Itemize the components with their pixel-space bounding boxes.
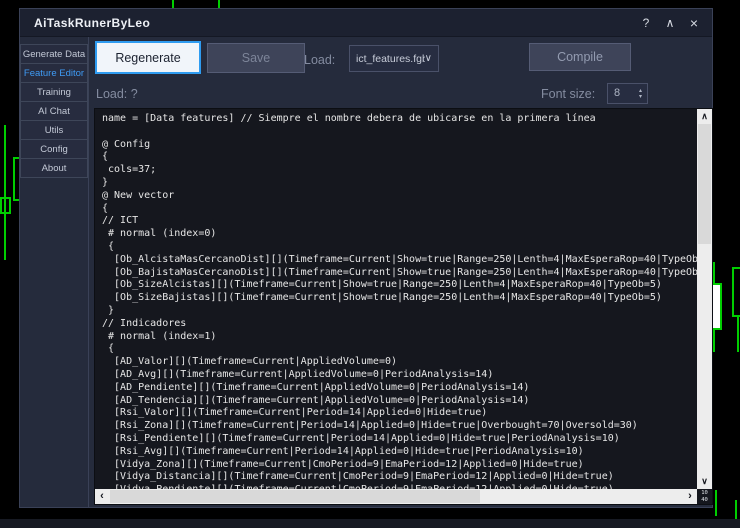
code-line: { [102,151,697,164]
font-size-label: Font size: [541,87,595,101]
code-line: // Indicadores [102,318,697,331]
sidebar-item-feature-editor[interactable]: Feature Editor [20,63,88,83]
arrow-down-icon[interactable]: ▾ [639,94,642,100]
code-line: @ Config [102,139,697,152]
code-line: [AD_Avg][](Timeframe=Current|AppliedVolu… [102,369,697,382]
regenerate-button[interactable]: Regenerate [95,41,201,74]
scroll-corner-badge: 1040 [697,489,712,504]
help-icon[interactable]: ? [634,16,658,30]
window-controls: ? ∧ × [634,9,706,37]
sidebar-item-utils[interactable]: Utils [20,120,88,140]
code-line: [Rsi_Zona][](Timeframe=Current|Period=14… [102,420,697,433]
sidebar-item-about[interactable]: About [20,158,88,178]
load-file-value: ict_features.fgblc [356,53,425,65]
taskbar-edge [0,519,740,528]
code-line: [Vidya_Distancia][](Timeframe=Current|Cm… [102,471,697,484]
code-line: @ New vector [102,190,697,203]
load-file-dropdown[interactable]: ict_features.fgblc ∨ [349,45,439,72]
title-bar[interactable]: AiTaskRunerByLeo ? ∧ × [20,9,712,37]
compile-button[interactable]: Compile [529,43,631,71]
candle-body [0,197,11,214]
vertical-scroll-thumb[interactable] [698,124,711,244]
horizontal-scroll-thumb[interactable] [110,490,480,503]
code-line: [AD_Tendencia][](Timeframe=Current|Appli… [102,395,697,408]
code-line: { [102,241,697,254]
stepper-arrows[interactable]: ▴▾ [634,84,647,103]
code-line: [Ob_BajistaMasCercanoDist][](Timeframe=C… [102,267,697,280]
sidebar-item-ai-chat[interactable]: AI Chat [20,101,88,121]
code-line [102,126,697,139]
candle-body [732,267,740,317]
candle-wick [4,125,6,260]
code-line: name = [Data features] // Siempre el nom… [102,113,697,126]
code-editor[interactable]: name = [Data features] // Siempre el nom… [94,108,713,505]
scroll-left-icon[interactable]: ‹ [95,489,109,504]
code-line: { [102,203,697,216]
code-line: [AD_Pendiente][](Timeframe=Current|Appli… [102,382,697,395]
code-editor-content[interactable]: name = [Data features] // Siempre el nom… [95,109,697,489]
window-title: AiTaskRunerByLeo [34,9,150,37]
code-line: # normal (index=0) [102,228,697,241]
scroll-up-icon[interactable]: ∧ [697,109,712,123]
code-line: # normal (index=1) [102,331,697,344]
scroll-down-icon[interactable]: ∨ [697,475,712,489]
code-line: } [102,305,697,318]
code-line: cols=37; [102,164,697,177]
font-size-value: 8 [608,84,634,103]
load-label: Load: [304,53,335,67]
chevron-down-icon: ∨ [425,53,432,64]
candle-wick [715,490,717,516]
code-line: // ICT [102,215,697,228]
corner-line-2: 40 [701,497,708,503]
sidebar-item-generate-data[interactable]: Generate Data [20,44,88,64]
sidebar: Generate DataFeature EditorTrainingAI Ch… [20,37,89,507]
scroll-right-icon[interactable]: › [683,489,697,504]
sidebar-item-training[interactable]: Training [20,82,88,102]
vertical-scrollbar[interactable]: ∧ ∨ [697,109,712,489]
code-line: [Vidya_Zona][](Timeframe=Current|CmoPeri… [102,459,697,472]
code-line: { [102,343,697,356]
app-window: AiTaskRunerByLeo ? ∧ × Generate DataFeat… [19,8,713,508]
font-size-stepper[interactable]: 8 ▴▾ [607,83,648,104]
code-line: [Ob_SizeBajistas][](Timeframe=Current|Sh… [102,292,697,305]
code-line: [Rsi_Pendiente][](Timeframe=Current|Peri… [102,433,697,446]
corner-line-1: 10 [701,490,708,496]
close-icon[interactable]: × [682,15,706,31]
code-line: [Rsi_Valor][](Timeframe=Current|Period=1… [102,407,697,420]
code-line: [Ob_SizeAlcistas][](Timeframe=Current|Sh… [102,279,697,292]
candle-wick [737,317,739,352]
horizontal-scrollbar[interactable]: ‹ › [95,489,697,504]
sidebar-item-config[interactable]: Config [20,139,88,159]
code-line: [Rsi_Avg][](Timeframe=Current|Period=14|… [102,446,697,459]
code-line: [AD_Valor][](Timeframe=Current|AppliedVo… [102,356,697,369]
code-line: [Ob_AlcistaMasCercanoDist][](Timeframe=C… [102,254,697,267]
code-line: } [102,177,697,190]
load-status: Load: ? [96,87,138,101]
save-button[interactable]: Save [207,43,305,73]
minimize-icon[interactable]: ∧ [658,16,682,30]
